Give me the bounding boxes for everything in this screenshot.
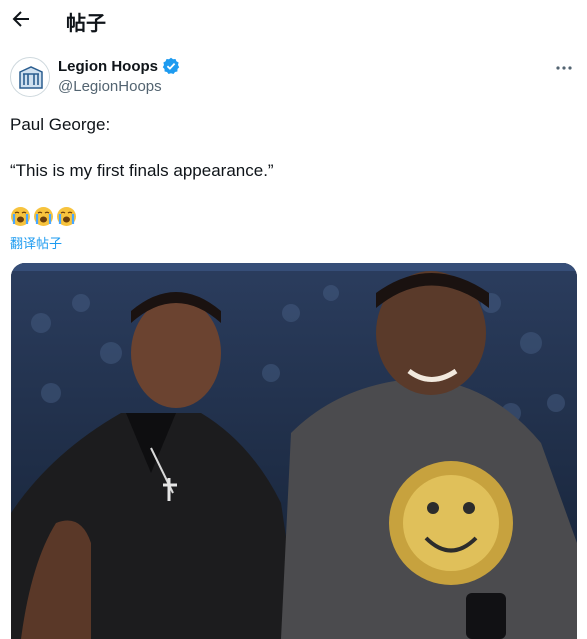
tweet-header: Legion Hoops @LegionHoops [10,56,577,100]
tweet-text-line: Paul George: [10,115,111,134]
display-name[interactable]: Legion Hoops [58,58,158,75]
loudly-crying-face-icon [56,206,77,227]
more-options-icon[interactable] [553,58,575,78]
page-title: 帖子 [66,11,106,35]
loudly-crying-face-icon [10,206,31,227]
loudly-crying-face-icon [33,206,54,227]
emoji-row [10,206,77,227]
name-row: Legion Hoops [58,57,180,75]
avatar[interactable] [10,57,50,97]
translate-post-link[interactable]: 翻译帖子 [10,233,62,252]
top-bar: 帖子 [0,0,587,40]
verified-badge-icon [162,57,180,75]
tweet-media-image[interactable] [11,263,577,639]
handle[interactable]: @LegionHoops [58,78,162,95]
tweet-text-quote: “This is my first finals appearance.” [10,161,274,180]
back-arrow-icon[interactable] [8,6,34,32]
